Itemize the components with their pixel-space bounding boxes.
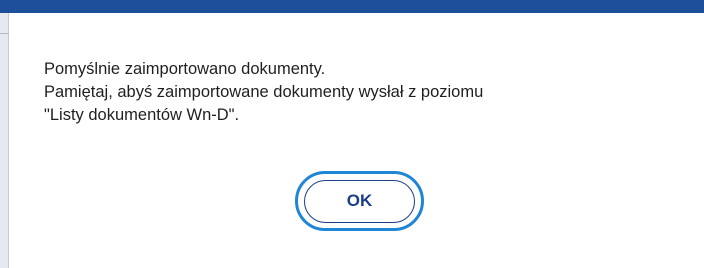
message-line-success: Pomyślnie zaimportowano dokumenty. [44, 60, 326, 78]
screen: Pomyślnie zaimportowano dokumenty. Pamię… [0, 0, 704, 268]
ok-button[interactable]: OK [295, 171, 424, 231]
background-app-edge [0, 13, 9, 268]
background-divider [0, 33, 9, 34]
message-line-reminder: Pamiętaj, abyś zaimportowane dokumenty w… [44, 83, 484, 101]
message-line-location: "Listy dokumentów Wn-D". [44, 106, 240, 124]
dialog-message: Pomyślnie zaimportowano dokumenty. Pamię… [44, 58, 483, 127]
app-header-bar [0, 0, 704, 13]
import-success-dialog: Pomyślnie zaimportowano dokumenty. Pamię… [10, 13, 704, 268]
ok-button-label: OK [304, 179, 415, 223]
